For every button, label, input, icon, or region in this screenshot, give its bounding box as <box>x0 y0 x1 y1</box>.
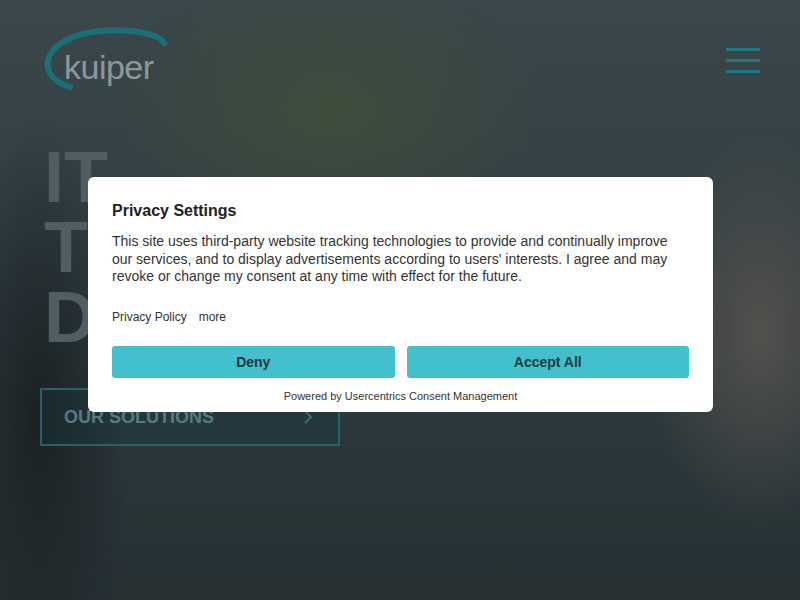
consent-dialog: Privacy Settings This site uses third-pa… <box>88 177 713 412</box>
dialog-footer: Powered by Usercentrics Consent Manageme… <box>112 390 689 402</box>
dialog-buttons: Deny Accept All <box>112 346 689 378</box>
consent-button[interactable]: Deny <box>112 346 395 378</box>
dialog-link[interactable]: more <box>199 310 226 324</box>
page: kuiper ITTD OUR SOLUTIONS Privacy Settin… <box>0 0 800 600</box>
dialog-title: Privacy Settings <box>112 201 689 221</box>
dialog-links: Privacy Policy more <box>112 310 689 324</box>
dialog-link[interactable]: Privacy Policy <box>112 310 187 324</box>
dialog-text: This site uses third-party website track… <box>112 233 689 286</box>
consent-button[interactable]: Accept All <box>407 346 690 378</box>
